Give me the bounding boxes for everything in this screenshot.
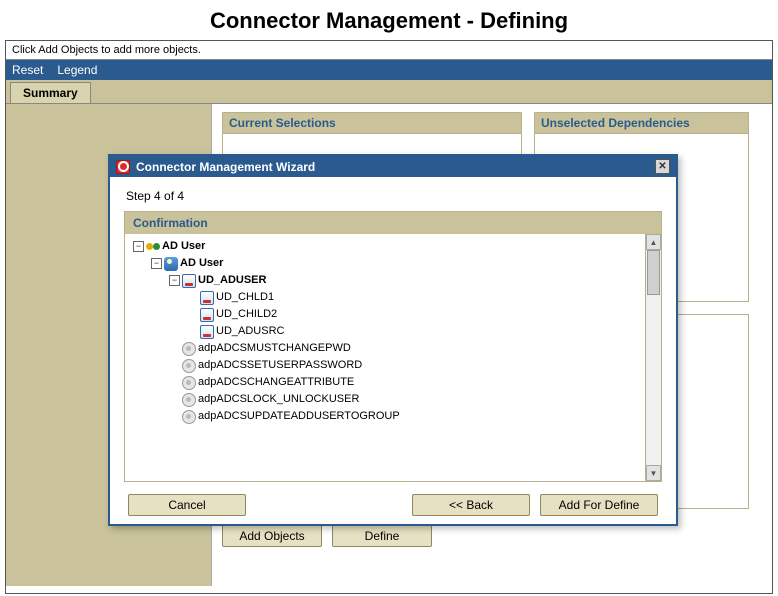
- tree-node[interactable]: UD_CHILD2: [187, 306, 641, 323]
- form-icon: [200, 291, 214, 305]
- scroll-up-icon[interactable]: ▲: [646, 234, 661, 250]
- tab-bar: Summary: [6, 80, 772, 104]
- cancel-button[interactable]: Cancel: [128, 494, 246, 516]
- panel-header-current-selections: Current Selections: [223, 113, 521, 134]
- scroll-down-icon[interactable]: ▼: [646, 465, 661, 481]
- app-window: Click Add Objects to add more objects. R…: [5, 40, 773, 594]
- confirmation-panel: Confirmation −AD User−AD User−UD_ADUSERU…: [124, 211, 662, 482]
- tree-node-label: AD User: [180, 255, 223, 272]
- wizard-content: Step 4 of 4 Confirmation −AD User−AD Use…: [110, 177, 676, 524]
- collapse-icon[interactable]: −: [133, 241, 144, 252]
- panel-header-unselected-dependencies: Unselected Dependencies: [535, 113, 748, 134]
- tree-node-label: adpADCSCHANGEATTRIBUTE: [198, 374, 354, 391]
- adapter-icon: [182, 376, 196, 390]
- tree-node-label: UD_CHILD2: [216, 306, 277, 323]
- form-icon: [200, 325, 214, 339]
- tree-node[interactable]: adpADCSSETUSERPASSWORD: [169, 357, 641, 374]
- adapter-icon: [182, 410, 196, 424]
- wizard-title-text: Connector Management Wizard: [136, 160, 315, 174]
- oracle-icon: [116, 160, 130, 174]
- tree-node-label: AD User: [162, 238, 205, 255]
- tree-node-label: adpADCSMUSTCHANGEPWD: [198, 340, 351, 357]
- collapse-icon[interactable]: −: [169, 275, 180, 286]
- adapter-icon: [182, 359, 196, 373]
- form-icon: [200, 308, 214, 322]
- tree-node-label: UD_ADUSRC: [216, 323, 284, 340]
- tree-node[interactable]: UD_ADUSRC: [187, 323, 641, 340]
- tree-node[interactable]: adpADCSMUSTCHANGEPWD: [169, 340, 641, 357]
- hint-text: Click Add Objects to add more objects.: [6, 41, 772, 60]
- tree-node-label: adpADCSUPDATEADDUSERTOGROUP: [198, 408, 400, 425]
- user-icon: [164, 257, 178, 271]
- wizard-button-row: Cancel << Back Add For Define: [124, 482, 662, 516]
- menubar: Reset Legend: [6, 60, 772, 80]
- page-title: Connector Management - Defining: [0, 0, 778, 40]
- tree-node-label: adpADCSSETUSERPASSWORD: [198, 357, 362, 374]
- tree-node[interactable]: − AD User: [151, 255, 641, 272]
- tree-node[interactable]: adpADCSLOCK_UNLOCKUSER: [169, 391, 641, 408]
- tree-node-label: adpADCSLOCK_UNLOCKUSER: [198, 391, 359, 408]
- wizard-titlebar[interactable]: Connector Management Wizard ✕: [110, 156, 676, 177]
- tree-view[interactable]: −AD User−AD User−UD_ADUSERUD_CHLD1UD_CHI…: [125, 234, 645, 481]
- tree-node-label: UD_ADUSER: [198, 272, 266, 289]
- add-for-define-button[interactable]: Add For Define: [540, 494, 658, 516]
- define-button[interactable]: Define: [332, 525, 432, 547]
- adapter-icon: [182, 342, 196, 356]
- add-objects-button[interactable]: Add Objects: [222, 525, 322, 547]
- tree-node[interactable]: − AD User: [133, 238, 641, 255]
- tree-node[interactable]: adpADCSCHANGEATTRIBUTE: [169, 374, 641, 391]
- menu-reset[interactable]: Reset: [12, 63, 43, 77]
- adapter-icon: [182, 393, 196, 407]
- form-icon: [182, 274, 196, 288]
- menu-legend[interactable]: Legend: [57, 63, 97, 77]
- close-icon[interactable]: ✕: [655, 159, 670, 174]
- tree-node-label: UD_CHLD1: [216, 289, 274, 306]
- tree-node[interactable]: UD_CHLD1: [187, 289, 641, 306]
- scrollbar[interactable]: ▲ ▼: [645, 234, 661, 481]
- collapse-icon[interactable]: −: [151, 258, 162, 269]
- back-button[interactable]: << Back: [412, 494, 530, 516]
- tree-node[interactable]: − UD_ADUSER: [169, 272, 641, 289]
- tab-summary[interactable]: Summary: [10, 82, 91, 103]
- confirmation-header: Confirmation: [125, 212, 661, 234]
- tree-node[interactable]: adpADCSUPDATEADDUSERTOGROUP: [169, 408, 641, 425]
- group-icon: [146, 240, 160, 254]
- wizard-dialog: Connector Management Wizard ✕ Step 4 of …: [108, 154, 678, 526]
- wizard-step-label: Step 4 of 4: [124, 187, 662, 211]
- scroll-thumb[interactable]: [647, 250, 660, 295]
